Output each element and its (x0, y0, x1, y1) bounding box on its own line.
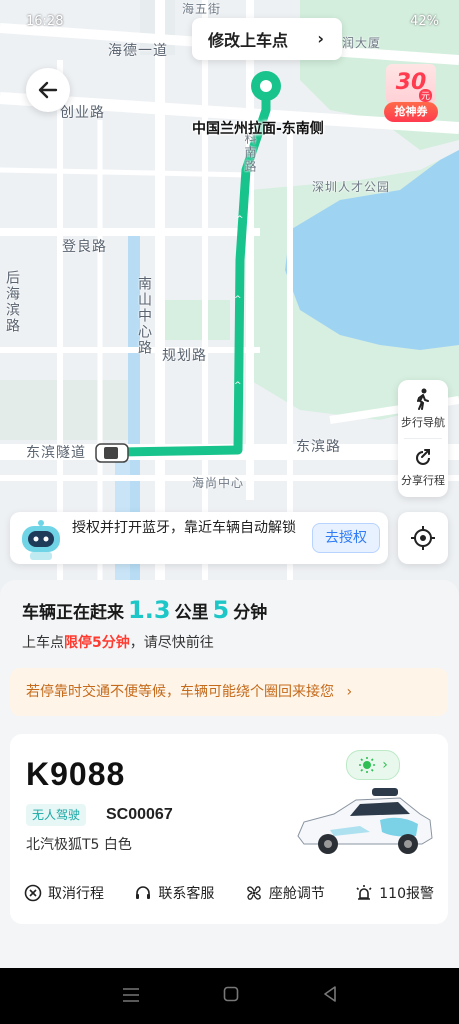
walk-nav-button[interactable]: 步行导航 (398, 380, 448, 438)
trip-status: 车辆正在赶来 1.3 公里 5 分钟 (22, 596, 267, 624)
svg-text:^: ^ (234, 295, 242, 305)
map-label-haishang: 海尚中心 (192, 476, 245, 490)
locate-button[interactable] (398, 512, 448, 564)
detour-notice[interactable]: 若停靠时交通不便等候，车辆可能绕个圈回来接您 › (10, 668, 448, 716)
map-label-nanshan: 南山中心路 (136, 276, 152, 356)
back-button[interactable] (26, 68, 70, 112)
modify-pickup-button[interactable]: 修改上车点 › (192, 18, 342, 60)
cabin-adjust-button[interactable]: 座舱调节 (245, 883, 325, 903)
share-trip-label: 分享行程 (401, 474, 445, 487)
pickup-hint-prefix: 上车点 (22, 635, 64, 651)
contact-support-button[interactable]: 联系客服 (134, 883, 214, 903)
headset-icon (136, 886, 151, 899)
cabin-adjust-label: 座舱调节 (268, 886, 325, 902)
vehicle-card: K9088 无人驾驶 SC00067 北汽极狐T5 白色 › 取消行程 联系客服… (10, 734, 448, 924)
map-label-guihua: 规划路 (162, 348, 207, 364)
map-label-houhai: 后海滨路 (4, 270, 20, 334)
police-alarm-button[interactable]: 110报警 (355, 883, 434, 903)
robot-mascot-icon (22, 520, 60, 560)
chevron-right-icon: › (382, 757, 388, 773)
coupon-top: 30 元 (386, 64, 436, 104)
coupon-label: 抢神券 (384, 102, 438, 122)
vehicle-image (297, 788, 433, 854)
cancel-trip-label: 取消行程 (48, 886, 104, 902)
trip-status-prefix: 车辆正在赶来 (22, 603, 124, 623)
map-label-talent-park: 深圳人才公园 (312, 180, 391, 194)
trip-distance-unit: 公里 (174, 603, 209, 623)
pickup-hint-limit: 限停5分钟 (64, 635, 130, 651)
cancel-circle-icon (24, 884, 42, 902)
svg-text:^: ^ (234, 381, 242, 391)
status-time: 16:28 (26, 14, 64, 29)
map-label-dongbin-tunnel: 东滨隧道 (26, 445, 86, 461)
trip-distance: 1.3 (128, 596, 171, 624)
vehicle-model: 北汽极狐T5 白色 (26, 837, 132, 853)
pickup-hint: 上车点限停5分钟，请尽快前往 (22, 632, 214, 652)
chevron-right-icon: › (346, 684, 353, 700)
map-label-haiwu: 海五街 (182, 2, 222, 16)
pickup-hint-suffix: ，请尽快前往 (129, 635, 214, 651)
map-label-haide: 海德一道 (108, 43, 168, 59)
chevron-right-icon: › (317, 29, 324, 48)
coupon-unit: 元 (418, 89, 432, 102)
cancel-trip-button[interactable]: 取消行程 (24, 883, 104, 903)
bluetooth-auth-text: 授权并打开蓝牙，靠近车辆自动解锁 (72, 520, 296, 536)
crosshair-icon (411, 526, 435, 550)
back-nav-icon[interactable] (323, 986, 337, 1006)
authorize-button[interactable]: 去授权 (312, 523, 380, 553)
menu-icon[interactable] (122, 987, 140, 1006)
light-button[interactable]: › (346, 750, 400, 780)
map-label-dongbin: 东滨路 (296, 439, 341, 455)
trip-minutes-unit: 分钟 (233, 603, 268, 623)
police-alarm-label: 110报警 (379, 886, 434, 902)
contact-support-label: 联系客服 (158, 886, 215, 902)
map-label-dengliang: 登良路 (62, 239, 107, 255)
fan-icon (247, 886, 261, 900)
pickup-point-name: 中国兰州拉面-东南侧 (192, 121, 324, 137)
home-icon[interactable] (223, 986, 239, 1006)
system-nav-bar (0, 968, 459, 1024)
coupon-badge[interactable]: 30 元 抢神券 (384, 64, 438, 122)
walking-icon (417, 388, 429, 410)
autonomous-tag: 无人驾驶 (26, 804, 87, 826)
bluetooth-auth-banner: 授权并打开蓝牙，靠近车辆自动解锁 去授权 (10, 512, 388, 564)
vehicle-plate: K9088 (26, 756, 126, 792)
light-icon (359, 757, 376, 773)
map-label-runda: 润大厦 (342, 36, 382, 50)
detour-notice-text: 若停靠时交通不便等候，车辆可能绕个圈回来接您 (26, 684, 334, 700)
map-view[interactable]: ^ ^ ^ 海德一道 创业路 登良路 南山中心路 规划路 后海滨路 东滨隧道 东… (0, 0, 459, 600)
map-label-kenan: 科南路 (243, 132, 257, 174)
svg-text:^: ^ (236, 215, 244, 225)
alarm-icon (356, 885, 372, 900)
trip-sheet: 车辆正在赶来 1.3 公里 5 分钟 上车点限停5分钟，请尽快前往 若停靠时交通… (0, 580, 459, 968)
walk-nav-label: 步行导航 (401, 416, 445, 429)
share-icon (416, 449, 430, 465)
modify-pickup-label: 修改上车点 (208, 31, 289, 50)
share-trip-button[interactable]: 分享行程 (398, 439, 448, 497)
arrow-left-icon (38, 81, 58, 99)
trip-actions: 取消行程 联系客服 座舱调节 110报警 (24, 880, 434, 906)
status-battery: 42% (410, 14, 439, 29)
map-side-buttons: 步行导航 分享行程 (398, 380, 448, 497)
vehicle-code: SC00067 (106, 806, 173, 823)
trip-minutes: 5 (212, 596, 230, 624)
map-label-chuangye: 创业路 (60, 105, 105, 121)
